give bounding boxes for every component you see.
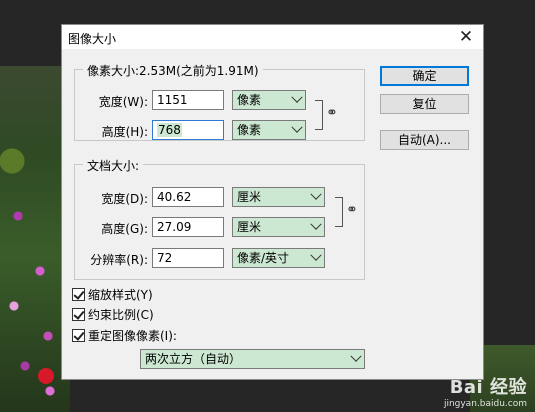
- pixel-height-value: 768: [157, 123, 182, 137]
- pixel-width-unit: 像素: [237, 93, 262, 107]
- scale-styles-label: 缩放样式(Y): [88, 288, 153, 302]
- doc-height-label: 高度(G):: [101, 222, 148, 236]
- checkmark-icon: [73, 308, 85, 320]
- chevron-down-icon: [310, 188, 322, 200]
- dialog-title: 图像大小: [68, 32, 117, 46]
- constrain-proportions-label: 约束比例(C): [88, 308, 154, 322]
- resolution-label: 分辨率(R):: [90, 253, 148, 267]
- pixel-dimensions-legend: 像素大小:2.53M(之前为1.91M): [83, 62, 263, 79]
- constrain-proportions-option[interactable]: 约束比例(C): [72, 306, 154, 322]
- doc-height-value: 27.09: [157, 220, 192, 234]
- pixel-width-unit-select[interactable]: 像素: [232, 90, 306, 110]
- resample-method-select[interactable]: 两次立方（自动）: [140, 349, 365, 369]
- checkmark-icon: [73, 329, 85, 341]
- watermark-url: jingyan.baidu.com: [443, 399, 527, 409]
- constrain-proportions-checkbox[interactable]: [72, 308, 85, 321]
- chevron-down-icon: [350, 350, 362, 362]
- image-size-dialog: 图像大小 ✕ 像素大小:2.53M(之前为1.91M) 宽度(W): 1151 …: [61, 24, 484, 380]
- ok-button[interactable]: 确定: [380, 66, 469, 86]
- chain-link-icon: ⚭: [346, 202, 358, 218]
- scale-styles-checkbox[interactable]: [72, 288, 85, 301]
- scale-styles-option[interactable]: 缩放样式(Y): [72, 286, 153, 302]
- document-size-legend: 文档大小:: [83, 157, 144, 174]
- pixel-link-bracket: [315, 100, 323, 130]
- doc-link-bracket: [335, 197, 343, 227]
- pixel-width-label: 宽度(W):: [98, 95, 148, 109]
- resample-method-value: 两次立方（自动）: [145, 352, 242, 366]
- doc-height-unit: 厘米: [237, 220, 262, 234]
- doc-width-value: 40.62: [157, 190, 192, 204]
- doc-width-input[interactable]: 40.62: [152, 187, 224, 207]
- auto-button[interactable]: 自动(A)...: [380, 130, 469, 150]
- resolution-unit: 像素/英寸: [237, 251, 290, 265]
- doc-width-unit-select[interactable]: 厘米: [232, 187, 325, 207]
- chevron-down-icon: [310, 218, 322, 230]
- reset-button[interactable]: 复位: [380, 94, 469, 114]
- pixel-width-value: 1151: [157, 93, 188, 107]
- chevron-down-icon: [310, 249, 322, 261]
- doc-width-unit: 厘米: [237, 190, 262, 204]
- doc-height-unit-select[interactable]: 厘米: [232, 217, 325, 237]
- chain-link-icon: ⚭: [326, 105, 338, 121]
- resolution-input[interactable]: 72: [152, 248, 224, 268]
- red-flower: [38, 368, 54, 384]
- doc-width-label: 宽度(D):: [101, 192, 148, 206]
- pixel-width-input[interactable]: 1151: [152, 90, 224, 110]
- resolution-unit-select[interactable]: 像素/英寸: [232, 248, 325, 268]
- pixel-height-unit: 像素: [237, 123, 262, 137]
- resample-image-label: 重定图像像素(I):: [88, 329, 177, 343]
- resolution-value: 72: [157, 251, 173, 265]
- pixel-height-label: 高度(H):: [101, 125, 148, 139]
- close-icon[interactable]: ✕: [455, 26, 477, 48]
- pixel-height-input[interactable]: 768: [152, 120, 224, 140]
- doc-height-input[interactable]: 27.09: [152, 217, 224, 237]
- resample-image-option[interactable]: 重定图像像素(I):: [72, 327, 177, 343]
- resample-image-checkbox[interactable]: [72, 329, 85, 342]
- pixel-height-unit-select[interactable]: 像素: [232, 120, 306, 140]
- checkmark-icon: [73, 288, 85, 300]
- chevron-down-icon: [291, 91, 303, 103]
- chevron-down-icon: [291, 121, 303, 133]
- title-bar[interactable]: 图像大小 ✕: [62, 25, 483, 49]
- background-photo: [0, 66, 70, 412]
